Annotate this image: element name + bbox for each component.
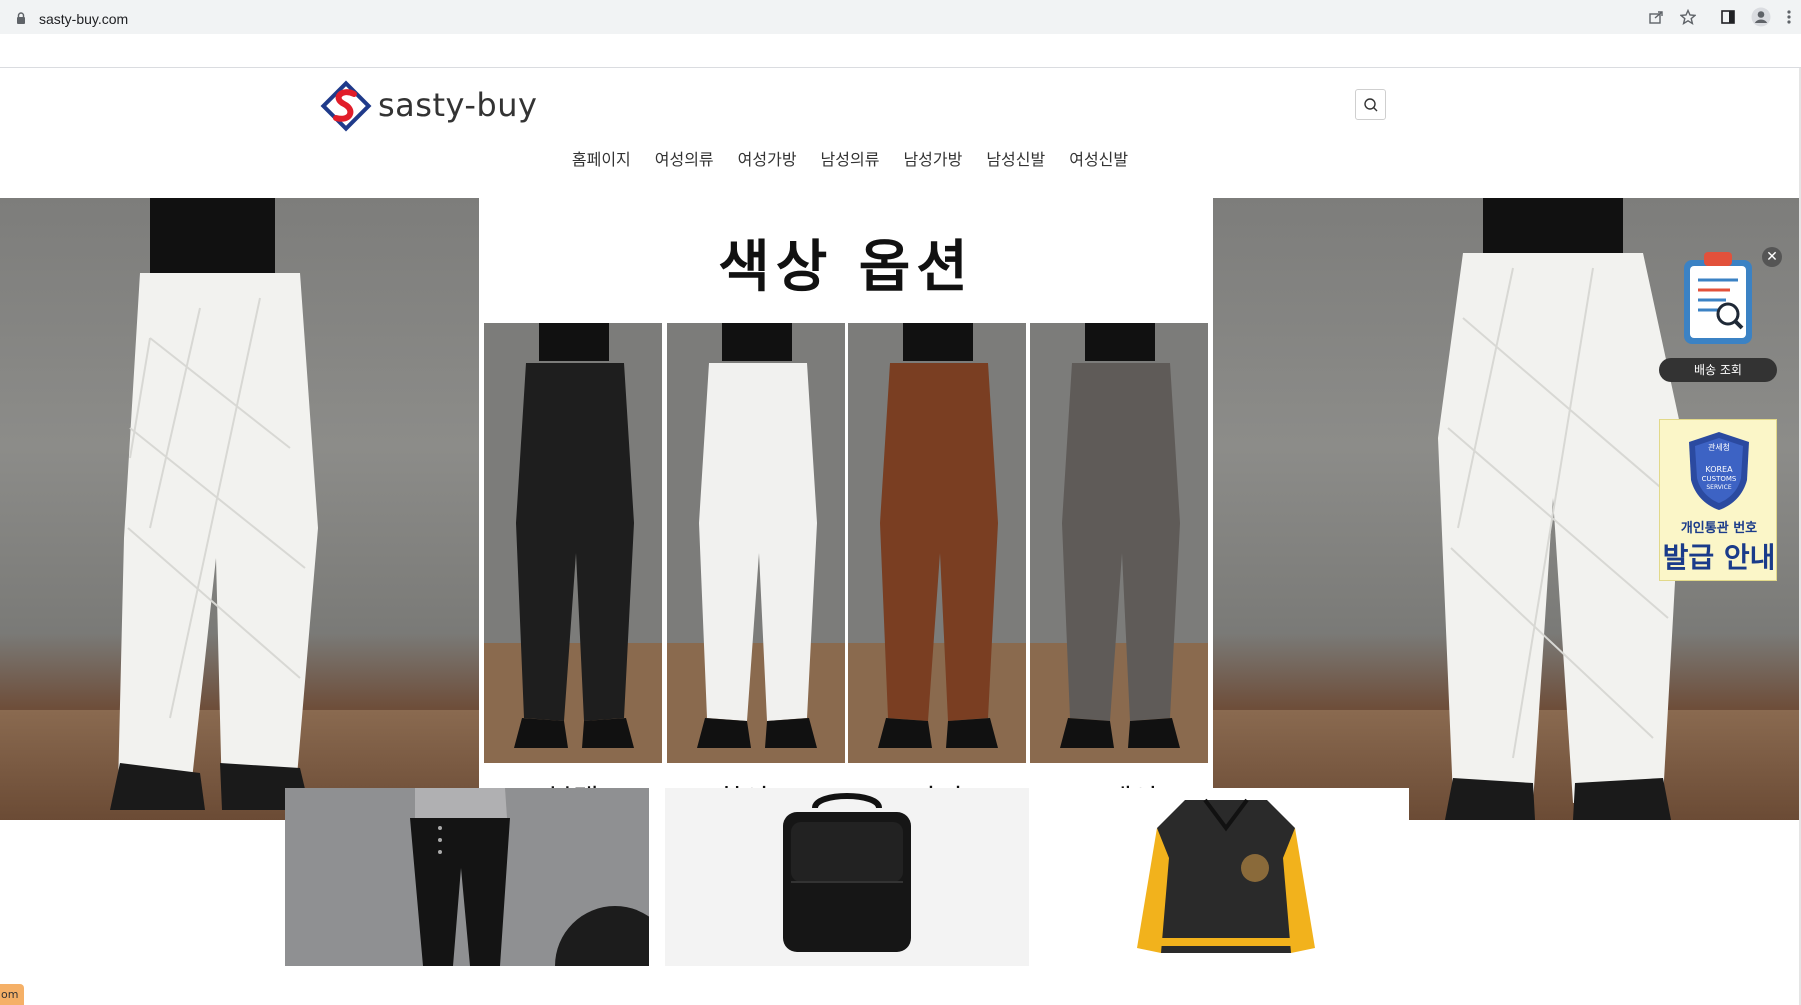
product-image-bag xyxy=(665,788,1029,966)
status-url-tab: om xyxy=(0,984,24,1005)
customs-badge-text-4: SERVICE xyxy=(1706,484,1732,491)
main-nav: 홈페이지 여성의류 여성가방 남성의류 남성가방 남성신발 여성신발 xyxy=(0,146,1700,170)
hero-image-left xyxy=(0,198,479,820)
color-option-panel: 색상 옵션 xyxy=(479,198,1213,820)
search-button[interactable] xyxy=(1355,89,1386,120)
color-option-title: 색상 옵션 xyxy=(718,235,974,300)
customs-id-banner[interactable]: 관세청 KOREA CUSTOMS SERVICE 개인통관 번호 발급 안내 xyxy=(1659,419,1777,581)
swatch-brown xyxy=(848,323,1026,763)
customs-badge-text-3: CUSTOMS xyxy=(1702,475,1737,483)
nav-item-mens-bags[interactable]: 남성가방 xyxy=(903,146,962,170)
customs-badge-text-2: KOREA xyxy=(1705,465,1733,474)
url-text[interactable]: sasty-buy.com xyxy=(39,11,128,27)
more-menu-icon[interactable] xyxy=(1786,9,1792,25)
hero-banner[interactable]: 색상 옵션 xyxy=(0,198,1800,820)
product-image-jeans xyxy=(285,788,649,966)
nav-item-womens-shoes[interactable]: 여성신발 xyxy=(1069,146,1128,170)
product-card-women-jeans[interactable] xyxy=(285,788,649,966)
nav-item-womens-bags[interactable]: 여성가방 xyxy=(738,146,797,170)
logo-mark-icon xyxy=(320,80,372,132)
delivery-tracking-icon[interactable] xyxy=(1680,248,1756,348)
product-card-varsity-jacket[interactable] xyxy=(1045,788,1409,966)
swatch-black xyxy=(484,323,662,763)
chrome-divider xyxy=(0,67,1801,68)
customs-badge-text-1: 관세청 xyxy=(1708,442,1730,452)
site-logo[interactable]: sasty-buy xyxy=(320,80,550,132)
lock-icon xyxy=(17,12,25,24)
bookmark-star-icon[interactable] xyxy=(1680,9,1696,25)
search-icon xyxy=(1364,98,1378,112)
address-bar[interactable]: sasty-buy.com xyxy=(2,2,1788,32)
customs-shield-icon: 관세청 KOREA CUSTOMS SERVICE xyxy=(1689,432,1749,510)
widget-close-button[interactable]: ✕ xyxy=(1762,247,1782,267)
swatch-white xyxy=(667,323,845,763)
profile-avatar-icon[interactable] xyxy=(1751,7,1771,27)
nav-item-mens-shoes[interactable]: 남성신발 xyxy=(986,146,1045,170)
customs-banner-line1: 개인통관 번호 xyxy=(1680,521,1758,536)
nav-item-womens-clothing[interactable]: 여성의류 xyxy=(655,146,714,170)
nav-item-mens-clothing[interactable]: 남성의류 xyxy=(821,146,880,170)
product-card-leather-bag[interactable] xyxy=(665,788,1029,966)
customs-banner-line2: 발급 안내 xyxy=(1662,541,1776,574)
logo-text: sasty-buy xyxy=(378,86,538,124)
swatch-gray xyxy=(1030,323,1208,763)
side-panel-icon[interactable] xyxy=(1720,9,1736,25)
delivery-tracking-button[interactable]: 배송 조회 xyxy=(1659,358,1777,382)
browser-toolbar: sasty-buy.com xyxy=(0,0,1801,34)
nav-item-home[interactable]: 홈페이지 xyxy=(572,146,631,170)
product-image-jacket xyxy=(1045,788,1409,966)
share-icon[interactable] xyxy=(1648,9,1664,25)
